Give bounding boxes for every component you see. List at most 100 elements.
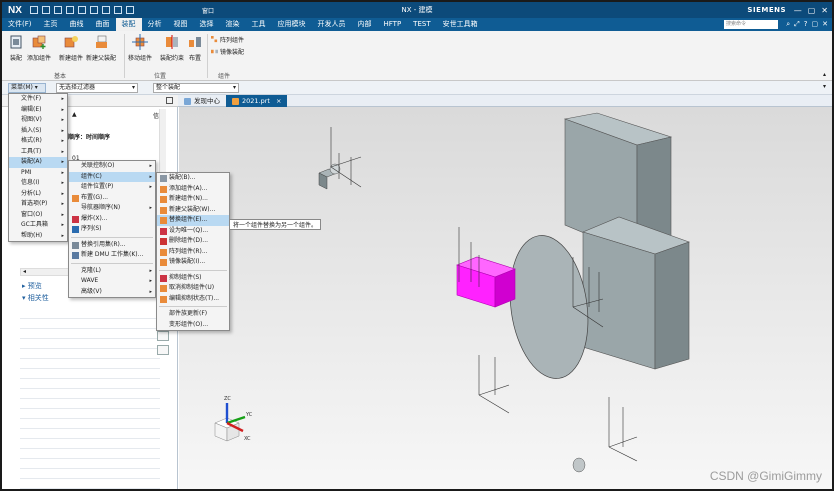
menu-tab[interactable]: 分析 — [142, 18, 168, 31]
menu-tab[interactable]: 内部 — [352, 18, 378, 31]
menu-tab[interactable]: 主页 — [38, 18, 64, 31]
selection-filter-dropdown[interactable]: 无选择过滤器 — [56, 83, 138, 93]
assembly-menu-item[interactable]: 布置(G)... — [69, 193, 155, 204]
component-menu-item[interactable]: 添加组件(A)... — [157, 184, 229, 195]
help-icon[interactable]: ? — [804, 20, 808, 29]
menu-tab[interactable]: 应用模块 — [272, 18, 312, 31]
assembly-menu-item[interactable]: 爆炸(X)... — [69, 214, 155, 225]
close-button[interactable]: ✕ — [821, 6, 828, 15]
menu-tab[interactable]: 开发人员 — [312, 18, 352, 31]
selection-scope-dropdown[interactable]: 整个装配 — [153, 83, 239, 93]
undo-icon[interactable] — [41, 6, 50, 14]
dependency-section[interactable]: ▾ 相关性 — [22, 293, 49, 303]
highlighted-component[interactable] — [456, 256, 516, 308]
main-menu-item[interactable]: 工具(T) ▸ — [9, 147, 67, 158]
fullscreen-icon[interactable]: ⤢ — [794, 20, 800, 29]
close-icon[interactable]: ✕ — [822, 20, 828, 29]
component-menu-item[interactable]: 部件族更新(F) — [157, 309, 229, 320]
component-menu-item[interactable]: 抑制组件(S) — [157, 273, 229, 284]
nav-back-icon[interactable] — [157, 331, 169, 341]
main-menu-item[interactable]: 分析(L) ▸ — [9, 189, 67, 200]
nav-forward-icon[interactable] — [157, 345, 169, 355]
component-menu-item[interactable]: 装配(B)... — [157, 173, 229, 184]
touch-mode-icon[interactable] — [125, 6, 134, 14]
assembly-button[interactable]: 装配 — [8, 34, 24, 62]
main-menu-item[interactable]: 窗口(O) ▸ — [9, 210, 67, 221]
disc-part[interactable] — [501, 230, 596, 383]
toolbar-overflow-icon[interactable]: ▾ — [823, 83, 826, 90]
scroll-left-icon[interactable]: ◂ — [23, 268, 26, 275]
main-menu-item[interactable]: 信息(I) ▸ — [9, 178, 67, 189]
sphere-part[interactable] — [572, 457, 586, 473]
component-menu-item[interactable]: 阵列组件(R)... — [157, 247, 229, 258]
maximize-button[interactable]: ▢ — [808, 6, 816, 15]
main-menu-item[interactable]: GC工具箱 ▸ — [9, 220, 67, 231]
save-icon[interactable] — [29, 6, 38, 14]
main-menu-item[interactable]: 插入(S) ▸ — [9, 126, 67, 137]
component-menu-item[interactable]: 变形组件(O)... — [157, 320, 229, 331]
pattern-component-button[interactable]: 阵列组件 — [211, 35, 244, 44]
main-menu-button[interactable]: 菜单(M) ▾ — [8, 83, 46, 93]
restore-icon[interactable]: ▢ — [812, 20, 819, 29]
add-component-button[interactable]: 添加组件 — [27, 34, 51, 62]
menu-tab[interactable]: 渲染 — [220, 18, 246, 31]
main-menu-item[interactable]: 首选项(P) ▸ — [9, 199, 67, 210]
move-component-button[interactable]: 移动组件 — [128, 34, 152, 62]
main-menu-item[interactable]: 格式(R) ▸ — [9, 136, 67, 147]
component-menu-item[interactable]: 镜像装配(I)... — [157, 257, 229, 268]
main-menu-item[interactable]: 装配(A) ▸ — [9, 157, 67, 168]
menu-tab[interactable]: TEST — [407, 18, 436, 31]
component-menu-item[interactable]: 删除组件(D)... — [157, 236, 229, 247]
menu-tab[interactable]: 曲线 — [64, 18, 90, 31]
assembly-menu-item[interactable]: 序列(S) — [69, 224, 155, 235]
assembly-menu-item[interactable]: 关联控制(O) ▸ — [69, 161, 155, 172]
wcs-triad[interactable]: ZC YC XC — [214, 396, 253, 442]
main-menu-item[interactable]: 文件(F) ▸ — [9, 94, 67, 105]
menu-tab[interactable]: 选择 — [194, 18, 220, 31]
menu-tab[interactable]: 工具 — [246, 18, 272, 31]
main-menu-item[interactable]: 帮助(H) ▸ — [9, 231, 67, 242]
new-parent-button[interactable]: 新建父装配 — [86, 34, 116, 62]
component-menu-item[interactable]: 设为唯一(Q)... — [157, 226, 229, 237]
main-menu-item[interactable]: 视图(V) ▸ — [9, 115, 67, 126]
component-menu-item[interactable]: 新建组件(N)... — [157, 194, 229, 205]
assembly-menu-item[interactable]: 新建 DMU 工作集(K)... — [69, 250, 155, 261]
assembly-menu-item[interactable]: 克隆(L) ▸ — [69, 266, 155, 277]
command-search-input[interactable]: 搜索命令 — [724, 20, 778, 29]
paste-icon[interactable] — [89, 6, 98, 14]
panel-maximize-icon[interactable] — [166, 97, 173, 104]
assembly-menu-item[interactable]: 导航器顺序(N) ▸ — [69, 203, 155, 214]
tab-discovery-center[interactable]: 发现中心 — [178, 95, 226, 107]
redo-icon[interactable] — [53, 6, 62, 14]
arrangement-button[interactable]: 布置 — [187, 34, 203, 62]
copy-icon[interactable] — [77, 6, 86, 14]
main-menu-item[interactable]: PMI ▸ — [9, 168, 67, 179]
new-component-button[interactable]: 新建组件 — [59, 34, 83, 62]
cut-icon[interactable] — [65, 6, 74, 14]
assembly-menu-item[interactable]: 替换引用集(R)... — [69, 240, 155, 251]
component-menu-item[interactable]: 新建父装配(W)... — [157, 205, 229, 216]
assembly-constraint-button[interactable]: 装配约束 — [160, 34, 184, 62]
tab-part-file[interactable]: 2021.prt × — [226, 95, 288, 107]
tree-header-node[interactable]: 顺序：时间顺序 — [68, 132, 110, 141]
component-menu-item[interactable]: 编辑抑制状态(T)... — [157, 294, 229, 305]
window-switch-menu[interactable]: 窗口 — [202, 6, 214, 15]
preview-section[interactable]: ▸ 预览 — [22, 281, 42, 291]
mirror-assembly-button[interactable]: 镜像装配 — [211, 47, 244, 56]
menu-tab[interactable]: 视图 — [168, 18, 194, 31]
assembly-menu-item[interactable]: WAVE ▸ — [69, 276, 155, 287]
sort-icon[interactable]: ▲ — [72, 111, 77, 118]
ribbon-collapse-icon[interactable]: ▴ — [823, 71, 826, 78]
menu-tab[interactable]: HFTP — [378, 18, 408, 31]
menu-tab[interactable]: 安世工具箱 — [437, 18, 484, 31]
minimize-button[interactable]: — — [794, 6, 802, 15]
tab-close-icon[interactable]: × — [276, 95, 281, 107]
graphics-viewport[interactable]: ZC YC XC CSDN @GimiGimmy — [179, 107, 832, 489]
small-part[interactable] — [318, 163, 341, 190]
assembly-menu-item[interactable]: 高级(V) ▸ — [69, 287, 155, 298]
microphone-icon[interactable] — [113, 6, 122, 14]
menu-tab[interactable]: 装配 — [115, 18, 142, 31]
assembly-menu-item[interactable]: 组件位置(P) ▸ — [69, 182, 155, 193]
component-menu-item[interactable]: 取消抑制组件(U) — [157, 283, 229, 294]
repeat-icon[interactable] — [101, 6, 110, 14]
